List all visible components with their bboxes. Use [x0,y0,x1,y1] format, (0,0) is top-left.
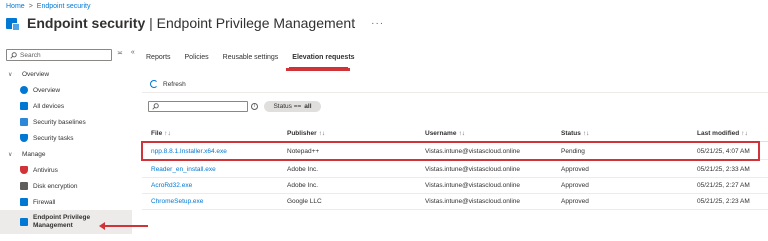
more-options-icon[interactable]: ··· [371,18,384,29]
sidebar-group-label: Overview [22,70,50,78]
sort-icon: ↑↓ [164,130,171,137]
column-header-status[interactable]: Status ↑↓ [561,130,589,137]
tab-elevation-requests[interactable]: Elevation requests [292,54,354,61]
publisher-cell: Google LLC [287,198,322,205]
expand-icon[interactable]: ≍ [117,49,123,57]
modified-cell: 05/21/25, 2:23 AM [697,198,750,205]
sidebar-item-label: Security tasks [33,134,74,142]
breadcrumb-home[interactable]: Home [6,3,25,10]
sidebar-group-manage[interactable]: ∨ Manage [0,146,132,162]
sidebar-item-disk-encryption[interactable]: Disk encryption [0,178,132,194]
collapse-sidebar-icon[interactable]: « [131,49,135,57]
sort-icon: ↑↓ [741,130,748,137]
sort-icon: ↑↓ [582,130,590,137]
annotation-arrow [99,222,148,230]
status-filter-value: all [304,103,312,110]
info-icon [20,86,28,94]
status-cell: Approved [561,166,589,173]
refresh-label: Refresh [163,80,186,88]
devices-icon [20,102,28,110]
username-cell: Vistas.intune@vistascloud.online [425,166,521,173]
refresh-button[interactable]: Refresh [150,80,186,88]
shield-icon [20,134,28,142]
file-link[interactable]: AcroRd32.exe [151,182,192,189]
sidebar-search-placeholder: Search [20,51,41,59]
page-title-bold: Endpoint security [27,15,146,31]
sidebar-item-label: All devices [33,102,65,110]
sidebar-item-label: Firewall [33,198,56,206]
file-link[interactable]: Reader_en_install.exe [151,166,216,173]
sidebar-item-firewall[interactable]: Firewall [0,194,132,210]
username-cell: Vistas.intune@vistascloud.online [425,182,521,189]
publisher-cell: Adobe Inc. [287,182,319,189]
modified-cell: 05/21/25, 2:33 AM [697,166,750,173]
annotation-underline [286,68,350,71]
tab-reports[interactable]: Reports [146,54,171,61]
status-filter-label: Status == [273,103,302,110]
refresh-icon [150,80,158,88]
column-header-username[interactable]: Username ↑↓ [425,130,465,137]
baselines-icon [20,118,28,126]
breadcrumb-endpoint-security[interactable]: Endpoint security [37,3,91,10]
sidebar-item-label: Security baselines [33,118,86,126]
divider [142,92,768,93]
sidebar-group-overview[interactable]: ∨ Overview [0,66,132,82]
column-header-file[interactable]: File ↑↓ [151,130,171,137]
sidebar-item-label: Antivirus [33,166,58,174]
chevron-down-icon: ∨ [8,151,13,158]
sidebar-item-all-devices[interactable]: All devices [0,98,132,114]
status-cell: Approved [561,198,589,205]
table-row[interactable]: AcroRd32.exe Adobe Inc. Vistas.intune@vi… [142,178,768,194]
sidebar-nav: ∨ Overview Overview All devices Security… [0,66,132,234]
sidebar-group-label: Manage [22,150,46,158]
sidebar-item-security-tasks[interactable]: Security tasks [0,130,132,146]
chevron-down-icon: ∨ [8,71,13,78]
column-header-publisher[interactable]: Publisher ↑↓ [287,130,325,137]
sidebar-item-security-baselines[interactable]: Security baselines [0,114,132,130]
endpoint-security-icon [6,16,21,31]
sidebar-search-input[interactable]: Search [6,49,112,61]
breadcrumb: Home > Endpoint security [6,3,90,10]
sort-icon: ↑↓ [318,130,326,137]
sidebar-item-overview[interactable]: Overview [0,82,132,98]
sort-icon: ↑↓ [458,130,465,137]
search-icon [10,51,17,59]
table-search-input[interactable] [148,101,248,112]
sidebar-item-label: Overview [33,86,61,94]
page-title: Endpoint security | Endpoint Privilege M… [27,15,355,31]
publisher-cell: Adobe Inc. [287,166,319,173]
search-icon [152,103,159,110]
sidebar-item-label: Disk encryption [33,182,78,190]
sidebar-item-label: Endpoint Privilege Management [33,214,91,229]
file-link[interactable]: ChromeSetup.exe [151,198,203,205]
tab-reusable-settings[interactable]: Reusable settings [223,54,279,61]
column-header-last-modified[interactable]: Last modified ↑↓ [697,130,748,137]
modified-cell: 05/21/25, 2:27 AM [697,182,750,189]
info-icon[interactable]: i [251,103,258,110]
firewall-icon [20,198,28,206]
status-filter-pill[interactable]: Status == all [264,101,321,112]
table-row[interactable]: Reader_en_install.exe Adobe Inc. Vistas.… [142,162,768,178]
sidebar-item-endpoint-privilege-management[interactable]: Endpoint Privilege Management [0,210,132,234]
tab-bar: Reports Policies Reusable settings Eleva… [146,54,369,61]
annotation-highlight-box [141,141,760,161]
page-header: Endpoint security | Endpoint Privilege M… [6,15,384,31]
epm-icon [20,218,28,226]
sidebar-tools: ≍ « [117,49,135,57]
table-header: File ↑↓ Publisher ↑↓ Username ↑↓ Status ↑↓ L… [142,130,768,140]
status-cell: Approved [561,182,589,189]
username-cell: Vistas.intune@vistascloud.online [425,198,521,205]
page-title-rest: | Endpoint Privilege Management [145,15,356,31]
antivirus-icon [20,166,28,174]
breadcrumb-separator: > [28,3,33,10]
tab-policies[interactable]: Policies [185,54,209,61]
sidebar-item-antivirus[interactable]: Antivirus [0,162,132,178]
disk-icon [20,182,28,190]
table-row[interactable]: ChromeSetup.exe Google LLC Vistas.intune… [142,194,768,210]
